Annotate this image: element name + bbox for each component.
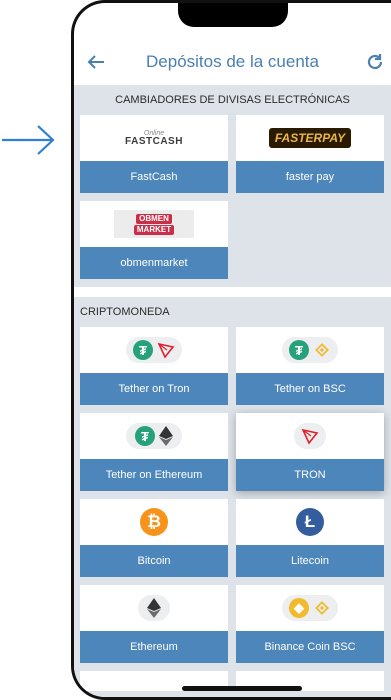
bnb-icon [315,343,329,357]
method-card-bitcoin[interactable]: ₿ Bitcoin [80,499,228,577]
method-label: FastCash [80,161,228,193]
method-card-tether-on-ethereum[interactable]: ₮ Tether on Ethereum [80,413,228,491]
method-card-tether-on-bsc[interactable]: ₮ Tether on BSC [236,327,384,405]
crypto-grid: ₮ Tether on Tron ₮ Tether on BSC ₮ Tethe… [74,327,391,697]
coin-icons: ₮ [126,337,182,363]
home-indicator [182,686,302,691]
page-title: Depósitos de la cuenta [146,52,319,71]
coin-icons: ◆ [282,595,338,621]
method-label: faster pay [236,161,384,193]
method-card-fasterpay[interactable]: FASTERPAY faster pay [236,115,384,193]
section-divider [74,287,391,297]
app-header: Depósitos de la cuenta [74,39,391,85]
arrow-left-icon[interactable] [86,50,106,74]
bitcoin-icon: ₿ [140,508,168,536]
ethereum-icon [159,426,173,446]
method-card-tron[interactable]: TRON [236,413,384,491]
phone-notch [178,3,288,27]
method-label: Ethereum [80,631,228,663]
exchangers-grid: Online FASTCASH FastCash FASTERPAY faste… [74,115,391,287]
content-area[interactable]: CAMBIADORES DE DIVISAS ELECTRÓNICAS Onli… [74,85,391,697]
obmenmarket-logo: OBMEN MARKET [80,201,228,247]
coin-icons: ₮ [126,423,182,449]
phone-frame: Depósitos de la cuenta CAMBIADORES DE DI… [71,0,391,700]
method-label: Litecoin [236,545,384,577]
coin-icons [294,423,326,449]
method-card-tether-on-tron[interactable]: ₮ Tether on Tron [80,327,228,405]
method-label: Tether on Tron [80,373,228,405]
binance-coin-icon: ◆ [289,598,309,618]
method-card-litecoin[interactable]: Ł Litecoin [236,499,384,577]
method-label: TRON [236,459,384,491]
tron-icon [157,342,175,359]
fastcash-logo: Online FASTCASH [125,129,183,147]
method-label: Tether on Ethereum [80,459,228,491]
section-heading-crypto: CRIPTOMONEDA [80,306,170,318]
method-card-obmenmarket[interactable]: OBMEN MARKET obmenmarket [80,201,228,279]
bnb-icon [315,601,329,615]
method-label: obmenmarket [80,247,228,279]
fasterpay-logo: FASTERPAY [236,115,384,161]
litecoin-icon: Ł [296,508,324,536]
method-card-fastcash[interactable]: Online FASTCASH FastCash [80,115,228,193]
ethereum-icon [147,598,161,618]
method-label: Bitcoin [80,545,228,577]
method-label: Tether on BSC [236,373,384,405]
refresh-icon[interactable] [365,52,385,72]
method-card-binance-coin-bsc[interactable]: ◆ Binance Coin BSC [236,585,384,663]
tether-icon: ₮ [133,340,153,360]
tether-icon: ₮ [289,340,309,360]
method-card-ethereum[interactable]: Ethereum [80,585,228,663]
coin-icons: ₮ [282,337,338,363]
pointer-arrow-icon [2,125,55,155]
tron-icon [301,428,319,445]
coin-icons [138,595,170,621]
tether-icon: ₮ [135,426,155,446]
method-label: Binance Coin BSC [236,631,384,663]
section-heading-exchangers: CAMBIADORES DE DIVISAS ELECTRÓNICAS [115,94,350,106]
